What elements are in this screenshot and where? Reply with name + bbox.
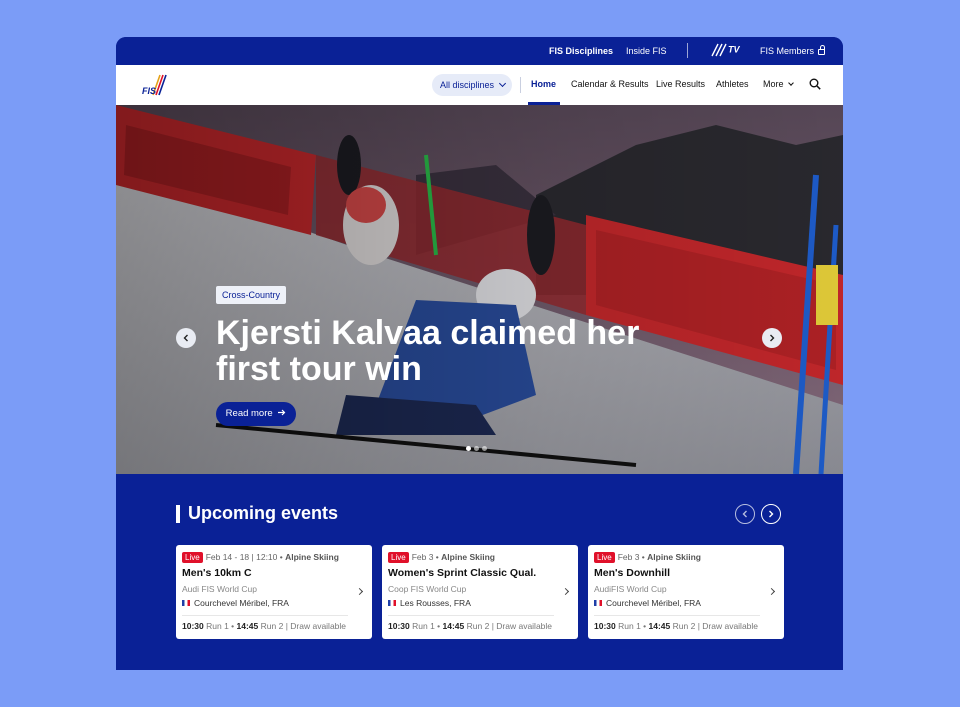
event-meta: Live Feb 3 • Alpine Skiing bbox=[388, 552, 495, 563]
event-discipline: Alpine Skiing bbox=[441, 552, 495, 562]
france-flag-icon bbox=[388, 600, 396, 606]
run1-label: Run 1 bbox=[206, 621, 229, 631]
event-schedule: 10:30 Run 1 • 14:45 Run 2 | Draw availab… bbox=[388, 621, 553, 631]
events-next-button[interactable] bbox=[761, 504, 781, 524]
live-badge: Live bbox=[594, 552, 615, 563]
event-dates: Feb 3 bbox=[617, 552, 640, 562]
event-title: Men's 10km C bbox=[182, 567, 252, 579]
event-schedule: 10:30 Run 1 • 14:45 Run 2 | Draw availab… bbox=[594, 621, 759, 631]
event-location: Les Rousses, FRA bbox=[388, 598, 471, 608]
event-cup: Audi FIS World Cup bbox=[182, 584, 257, 594]
run2-label: Run 2 bbox=[260, 621, 284, 631]
run1-time: 10:30 bbox=[388, 621, 410, 631]
event-discipline: Alpine Skiing bbox=[647, 552, 701, 562]
chevron-right-icon bbox=[561, 587, 570, 596]
event-time: 12:10 bbox=[256, 552, 278, 562]
card-divider bbox=[388, 615, 554, 616]
draw-status: Draw available bbox=[496, 621, 553, 631]
event-meta: Live Feb 3 • Alpine Skiing bbox=[594, 552, 701, 563]
event-location: Courchevel Méribel, FRA bbox=[594, 598, 701, 608]
event-dates: Feb 3 bbox=[411, 552, 434, 562]
live-badge: Live bbox=[182, 552, 203, 563]
run1-label: Run 1 bbox=[618, 621, 641, 631]
live-badge: Live bbox=[388, 552, 409, 563]
run2-label: Run 2 bbox=[672, 621, 696, 631]
run2-label: Run 2 bbox=[466, 621, 490, 631]
event-cup: AudiFIS World Cup bbox=[594, 584, 667, 594]
run2-time: 14:45 bbox=[442, 621, 465, 631]
event-discipline: Alpine Skiing bbox=[285, 552, 339, 562]
upcoming-events-section: Upcoming events Live Feb 14 - 18 | 12:10 … bbox=[116, 37, 843, 670]
event-dates: Feb 14 - 18 bbox=[205, 552, 250, 562]
event-location: Courchevel Méribel, FRA bbox=[182, 598, 289, 608]
draw-status: Draw available bbox=[290, 621, 347, 631]
card-divider bbox=[182, 615, 348, 616]
event-card[interactable]: Live Feb 14 - 18 | 12:10 • Alpine Skiing … bbox=[176, 545, 372, 639]
events-prev-button[interactable] bbox=[735, 504, 755, 524]
event-title: Men's Downhill bbox=[594, 567, 670, 579]
chevron-right-icon bbox=[767, 587, 776, 596]
run2-time: 14:45 bbox=[648, 621, 671, 631]
event-location-text: Les Rousses, FRA bbox=[400, 598, 471, 608]
run1-time: 10:30 bbox=[594, 621, 616, 631]
event-location-text: Courchevel Méribel, FRA bbox=[194, 598, 289, 608]
chevron-left-icon bbox=[742, 510, 747, 518]
event-title: Women's Sprint Classic Qual. bbox=[388, 567, 537, 579]
event-schedule: 10:30 Run 1 • 14:45 Run 2 | Draw availab… bbox=[182, 621, 347, 631]
run1-time: 10:30 bbox=[182, 621, 204, 631]
event-card[interactable]: Live Feb 3 • Alpine Skiing Women's Sprint… bbox=[382, 545, 578, 639]
section-accent-bar bbox=[176, 505, 180, 523]
draw-status: Draw available bbox=[702, 621, 759, 631]
chevron-right-icon bbox=[769, 510, 774, 518]
event-meta: Live Feb 14 - 18 | 12:10 • Alpine Skiing bbox=[182, 552, 339, 563]
upcoming-events-title: Upcoming events bbox=[188, 503, 339, 523]
run1-label: Run 1 bbox=[412, 621, 435, 631]
run2-time: 14:45 bbox=[236, 621, 259, 631]
france-flag-icon bbox=[182, 600, 190, 606]
event-location-text: Courchevel Méribel, FRA bbox=[606, 598, 701, 608]
france-flag-icon bbox=[594, 600, 602, 606]
event-cup: Coop FIS World Cup bbox=[388, 584, 467, 594]
card-divider bbox=[594, 615, 760, 616]
chevron-right-icon bbox=[355, 587, 364, 596]
event-card[interactable]: Live Feb 3 • Alpine Skiing Men's Downhill… bbox=[588, 545, 784, 639]
